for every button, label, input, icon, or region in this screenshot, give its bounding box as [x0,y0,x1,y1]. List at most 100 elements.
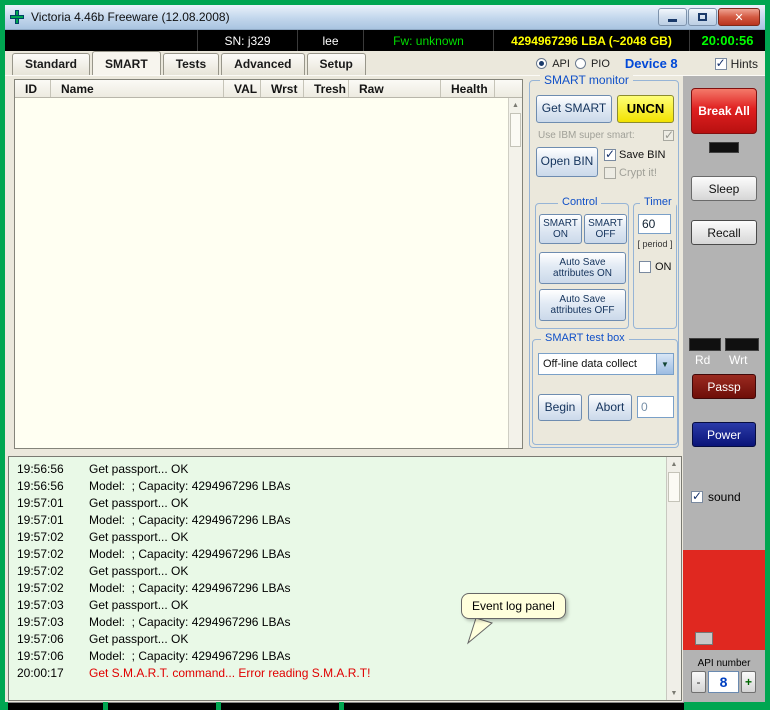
column-header-val[interactable]: VAL [224,80,261,97]
log-line: 19:56:56 Get passport... OK [17,462,681,479]
timer-period-input[interactable] [638,214,671,234]
table-scroll-thumb[interactable] [510,113,521,147]
drive-name: lee [297,30,363,51]
log-message: Model: ; Capacity: 4294967296 LBAs [89,615,291,629]
close-icon: ✕ [734,11,744,24]
window-title: Victoria 4.46b Freeware (12.08.2008) [31,10,230,24]
control-group-title: Control [558,196,602,208]
drive-info-bar: SN: j329 lee Fw: unknown 4294967296 LBA … [5,30,765,51]
clock: 20:00:56 [689,30,765,51]
sound-checkbox[interactable] [691,489,703,503]
log-scroll-up-icon[interactable]: ▲ [667,457,681,471]
api-number-decrement-button[interactable]: - [691,671,706,693]
smart-test-box-title: SMART test box [541,332,629,344]
log-timestamp: 19:57:06 [17,632,64,646]
scroll-up-icon[interactable]: ▲ [509,98,522,112]
ibm-super-smart-row: Use IBM super smart: [538,128,674,142]
log-scroll-down-icon[interactable]: ▼ [667,686,681,700]
tab-smart[interactable]: SMART [92,51,161,75]
log-line: 19:57:02 Model: ; Capacity: 4294967296 LB… [17,547,681,564]
log-line: 19:57:02 Get passport... OK [17,564,681,581]
log-timestamp: 19:57:02 [17,564,64,578]
table-scrollbar[interactable]: ▲ [508,98,522,448]
log-scroll-thumb[interactable] [668,472,680,502]
pio-radio[interactable] [574,58,586,69]
hints-checkbox[interactable] [714,56,727,70]
tab-setup[interactable]: Setup [306,53,366,75]
tab-tests[interactable]: Tests [162,53,220,75]
minimize-icon [668,19,677,22]
save-bin-checkbox[interactable] [604,147,616,161]
test-mode-dropdown[interactable]: Off-line data collect ▼ [538,353,674,375]
column-header-raw[interactable]: Raw [349,80,441,97]
table-body[interactable] [15,98,508,448]
log-timestamp: 19:57:02 [17,581,64,595]
log-message: Get passport... OK [89,462,189,476]
power-button[interactable]: Power [692,422,756,447]
test-mode-value: Off-line data collect [543,358,637,370]
tab-bar-right-controls: API PIO Device 8 Hints [536,56,758,71]
log-message: Model: ; Capacity: 4294967296 LBAs [89,547,291,561]
api-radio[interactable] [536,58,548,69]
timer-on-label: ON [655,261,672,273]
save-bin-row: Save BIN [604,147,665,161]
column-header-health[interactable]: Health [441,80,495,97]
log-timestamp: 20:00:17 [17,666,64,680]
right-control-column: Break All Sleep Recall Rd Wrt Passp Powe… [683,76,765,702]
log-timestamp: 19:57:02 [17,547,64,561]
autosave-attributes-off-button[interactable]: Auto Save attributes OFF [539,289,626,321]
log-scrollbar[interactable]: ▲ ▼ [666,457,681,700]
tab-standard[interactable]: Standard [12,53,91,75]
tooltip-text: Event log panel [461,593,566,619]
wrt-label: Wrt [729,353,748,367]
recall-button[interactable]: Recall [691,220,757,245]
api-number-increment-button[interactable]: + [741,671,756,693]
test-counter-input[interactable] [637,396,674,418]
device-label: Device 8 [624,56,678,71]
app-icon [10,10,24,24]
uncn-button[interactable]: UNCN [617,95,674,123]
minimize-button[interactable] [658,8,687,26]
column-header-wrst[interactable]: Wrst [261,80,304,97]
close-button[interactable]: ✕ [718,8,760,26]
passport-button[interactable]: Passp [692,374,756,399]
model-segment [5,30,197,51]
open-bin-button[interactable]: Open BIN [536,147,598,177]
pio-radio-label: PIO [590,57,610,70]
log-line: 19:57:01 Model: ; Capacity: 4294967296 LB… [17,513,681,530]
column-header-tresh[interactable]: Tresh [304,80,349,97]
maximize-button[interactable] [688,8,717,26]
timer-on-row: ON [639,261,672,273]
get-smart-button[interactable]: Get SMART [536,95,612,123]
abort-button[interactable]: Abort [588,394,632,421]
status-gray-chip [695,632,713,645]
log-line: 19:56:56 Model: ; Capacity: 4294967296 LB… [17,479,681,496]
tab-advanced[interactable]: Advanced [221,53,305,75]
chevron-down-icon[interactable]: ▼ [656,354,673,374]
hints-checkbox-row: Hints [714,56,758,71]
firmware-version: Fw: unknown [363,30,493,51]
api-number-value: 8 [708,671,739,693]
log-line: 19:57:03 Get passport... OK [17,598,681,615]
smart-on-button[interactable]: SMART ON [539,214,582,244]
log-message: Get passport... OK [89,632,189,646]
begin-button[interactable]: Begin [538,394,582,421]
api-number-spinner: - 8 + [683,671,765,693]
timer-on-checkbox[interactable] [639,261,651,273]
hints-label: Hints [730,56,758,71]
event-log-tooltip: Event log panel [461,593,581,645]
smart-off-button[interactable]: SMART OFF [584,214,627,244]
smart-monitor-title: SMART monitor [540,73,633,87]
column-header-id[interactable]: ID [15,80,51,97]
smart-monitor-panel: SMART monitor Get SMART UNCN Use IBM sup… [529,73,679,448]
control-group: Control SMART ON SMART OFF Auto Save att… [535,196,629,329]
log-message: Get passport... OK [89,496,189,510]
sleep-button[interactable]: Sleep [691,176,757,201]
log-timestamp: 19:57:01 [17,496,64,510]
sound-label: sound [708,490,741,504]
break-all-button[interactable]: Break All [691,88,757,134]
column-header-name[interactable]: Name [51,80,224,97]
autosave-attributes-on-button[interactable]: Auto Save attributes ON [539,252,626,284]
smart-attribute-table: ID Name VAL Wrst Tresh Raw Health ▲ [14,79,523,449]
titlebar[interactable]: Victoria 4.46b Freeware (12.08.2008) ✕ [5,5,765,30]
